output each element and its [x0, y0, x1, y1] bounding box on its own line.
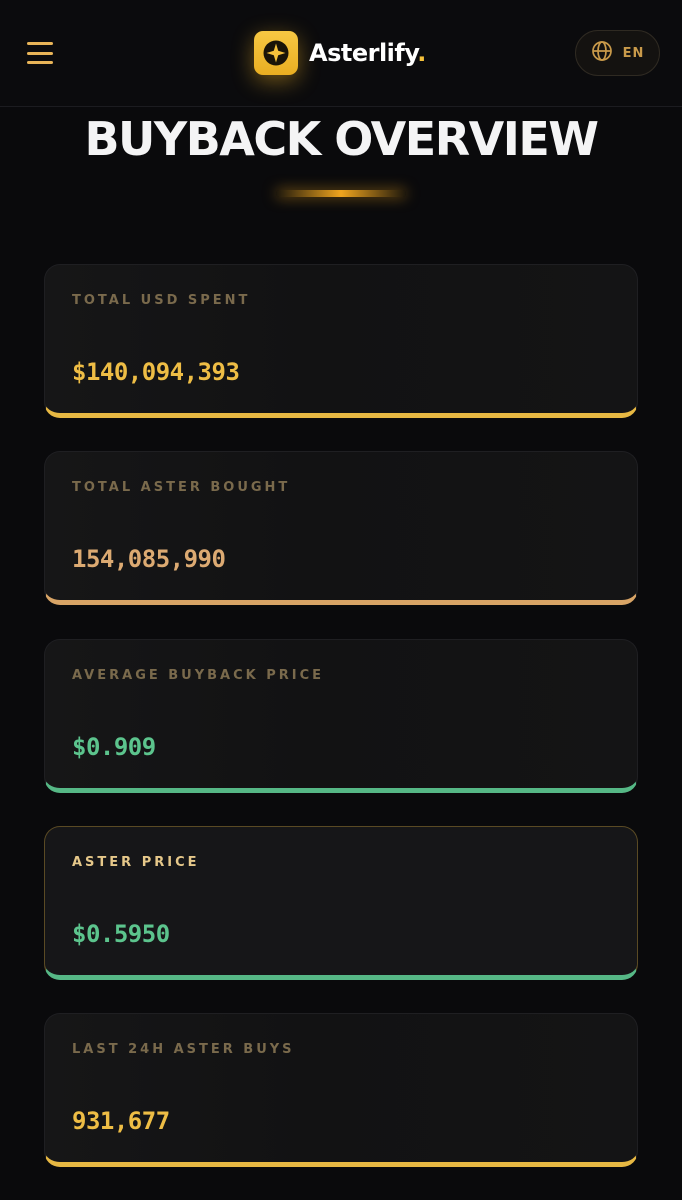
stat-card-aster-price: ASTER PRICE $0.5950	[44, 826, 638, 980]
stat-card-value: $0.909	[72, 733, 156, 761]
hamburger-menu-icon[interactable]	[26, 40, 54, 66]
stat-card-label: TOTAL ASTER BOUGHT	[72, 480, 291, 495]
top-navbar: Asterlify. EN	[0, 0, 682, 107]
stat-card-total-aster-bought: TOTAL ASTER BOUGHT 154,085,990	[44, 451, 638, 605]
language-label: EN	[622, 45, 645, 61]
brand-dot: .	[417, 39, 426, 67]
globe-icon	[591, 40, 613, 66]
stat-card-average-buyback-price: AVERAGE BUYBACK PRICE $0.909	[44, 639, 638, 793]
stat-card-label: ASTER PRICE	[72, 855, 200, 870]
stat-card-label: LAST 24H ASTER BUYS	[72, 1042, 295, 1057]
brand-name: Asterlify.	[309, 39, 426, 67]
stat-card-label: AVERAGE BUYBACK PRICE	[72, 668, 325, 683]
page-title: BUYBACK OVERVIEW	[84, 112, 600, 166]
stat-card-value: 154,085,990	[72, 545, 226, 573]
title-underline-glow	[276, 190, 406, 197]
language-selector-button[interactable]: EN	[575, 30, 660, 76]
stat-card-value: $0.5950	[72, 920, 170, 948]
stat-card-label: TOTAL USD SPENT	[72, 293, 251, 308]
page: Asterlify. EN BUYBACK OVERVIEW TOTAL USD…	[0, 0, 682, 1200]
stat-card-total-usd-spent: TOTAL USD SPENT $140,094,393	[44, 264, 638, 418]
stat-card-value: 931,677	[72, 1107, 170, 1135]
stat-card-last-24h-aster-buys: LAST 24H ASTER BUYS 931,677	[44, 1013, 638, 1167]
four-point-star-icon	[254, 31, 298, 75]
stat-card-value: $140,094,393	[72, 358, 240, 386]
brand-logo-link[interactable]: Asterlify.	[254, 31, 426, 75]
